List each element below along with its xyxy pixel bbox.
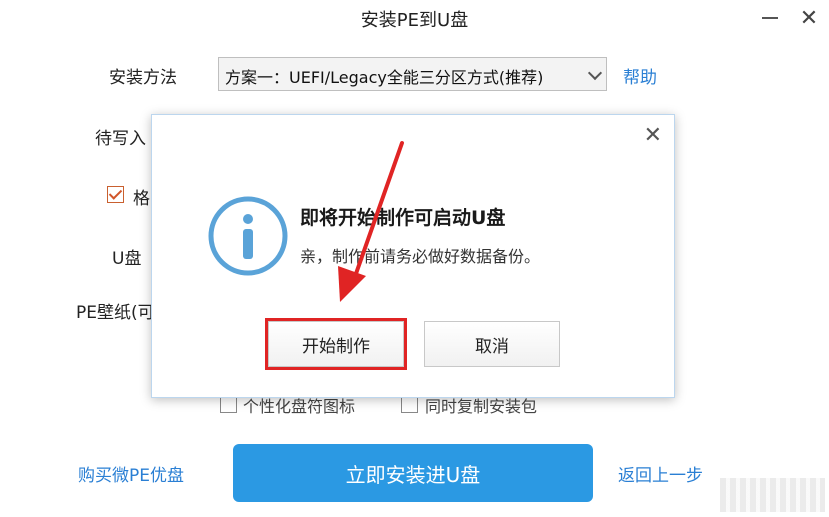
dialog-message: 亲，制作前请务必做好数据备份。 [300,247,541,266]
copy-package-checkbox[interactable] [401,396,418,413]
install-to-usb-button[interactable]: 立即安装进U盘 [233,444,593,502]
help-link[interactable]: 帮助 [623,63,657,88]
minimize-icon[interactable] [756,4,784,32]
start-making-button[interactable]: 开始制作 [268,321,404,367]
back-link[interactable]: 返回上一步 [618,461,703,486]
confirm-dialog: ✕ 即将开始制作可启动U盘 亲，制作前请务必做好数据备份。 开始制作 取消 [151,114,675,398]
install-method-value: 方案一：UEFI/Legacy全能三分区方式(推荐) [225,68,544,87]
info-icon [208,196,288,276]
close-icon[interactable]: ✕ [795,4,823,32]
buy-usb-link[interactable]: 购买微PE优盘 [78,461,184,486]
usb-label: U盘 [112,249,142,269]
chevron-down-icon [587,65,603,81]
window-title: 安装PE到U盘 [360,10,469,31]
pe-wallpaper-label: PE壁纸(可 [76,303,155,323]
dialog-title: 即将开始制作可启动U盘 [300,207,506,229]
dialog-close-icon[interactable]: ✕ [644,123,662,148]
install-method-label: 安装方法 [109,68,177,88]
watermark [720,478,825,512]
cancel-button[interactable]: 取消 [424,321,560,367]
target-disk-label: 待写入 [95,129,146,149]
format-label: 格 [133,189,150,209]
install-pe-window: 安装PE到U盘 ✕ 安装方法 方案一：UEFI/Legacy全能三分区方式(推荐… [0,0,829,517]
format-checkbox[interactable] [107,186,124,203]
personalize-icon-checkbox[interactable] [220,396,237,413]
install-method-select[interactable]: 方案一：UEFI/Legacy全能三分区方式(推荐) [218,57,607,91]
